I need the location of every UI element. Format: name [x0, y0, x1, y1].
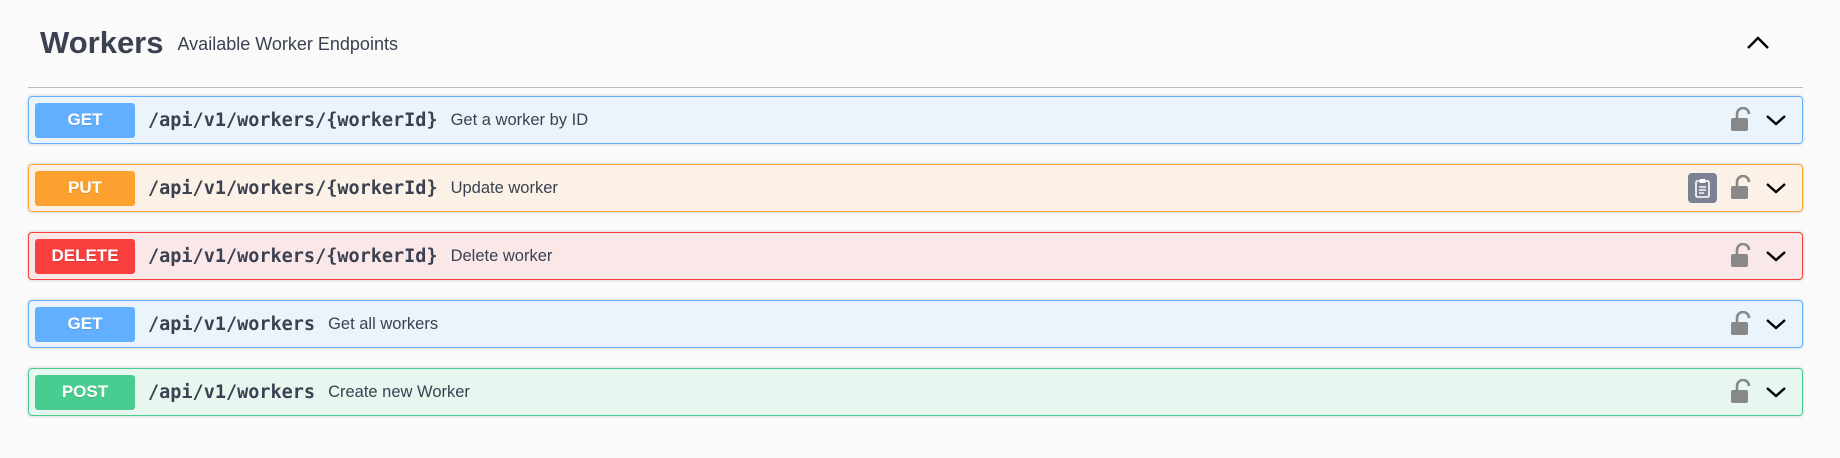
chevron-down-icon[interactable] — [1764, 248, 1788, 264]
endpoint-summary: Get all workers — [328, 314, 439, 333]
endpoint-summary: Create new Worker — [328, 382, 470, 401]
method-badge: GET — [35, 102, 135, 138]
operation-controls — [1730, 97, 1802, 143]
endpoint-path: /api/v1/workers/{workerId} — [148, 245, 438, 267]
method-badge: PUT — [35, 170, 135, 206]
endpoint-path: /api/v1/workers — [148, 381, 316, 403]
tag-title: Workers — [40, 24, 164, 60]
chevron-up-icon[interactable] — [1743, 32, 1773, 54]
lock-icon[interactable] — [1730, 378, 1752, 405]
tag-description: Available Worker Endpoints — [177, 33, 398, 54]
operation-controls — [1730, 233, 1802, 279]
method-badge: DELETE — [35, 238, 135, 274]
operation-delete-worker[interactable]: DELETE /api/v1/workers/{workerId} Delete… — [28, 232, 1803, 280]
chevron-down-icon[interactable] — [1764, 112, 1788, 128]
endpoint-summary: Update worker — [450, 178, 558, 197]
endpoint-summary: Delete worker — [450, 246, 553, 265]
tag-header[interactable]: Workers Available Worker Endpoints — [28, 0, 1803, 88]
chevron-down-icon[interactable] — [1764, 316, 1788, 332]
operation-create-worker[interactable]: POST /api/v1/workers Create new Worker — [28, 368, 1803, 416]
method-badge: GET — [35, 306, 135, 342]
endpoint-path: /api/v1/workers — [148, 313, 316, 335]
operation-get-all-workers[interactable]: GET /api/v1/workers Get all workers — [28, 300, 1803, 348]
lock-icon[interactable] — [1730, 242, 1752, 269]
endpoint-path: /api/v1/workers/{workerId} — [148, 177, 438, 199]
endpoint-summary: Get a worker by ID — [450, 110, 589, 129]
method-badge: POST — [35, 374, 135, 410]
lock-icon[interactable] — [1730, 310, 1752, 337]
lock-icon[interactable] — [1730, 174, 1752, 201]
operation-controls — [1730, 369, 1802, 415]
copy-clipboard-icon[interactable] — [1688, 173, 1717, 203]
operation-get-worker-by-id[interactable]: GET /api/v1/workers/{workerId} Get a wor… — [28, 96, 1803, 144]
chevron-down-icon[interactable] — [1764, 384, 1788, 400]
operation-controls — [1688, 165, 1802, 211]
operation-update-worker[interactable]: PUT /api/v1/workers/{workerId} Update wo… — [28, 164, 1803, 212]
operation-controls — [1730, 301, 1802, 347]
workers-section: Workers Available Worker Endpoints GET /… — [28, 0, 1803, 436]
lock-icon[interactable] — [1730, 106, 1752, 133]
chevron-down-icon[interactable] — [1764, 180, 1788, 196]
operations-list: GET /api/v1/workers/{workerId} Get a wor… — [28, 88, 1803, 416]
endpoint-path: /api/v1/workers/{workerId} — [148, 109, 438, 131]
